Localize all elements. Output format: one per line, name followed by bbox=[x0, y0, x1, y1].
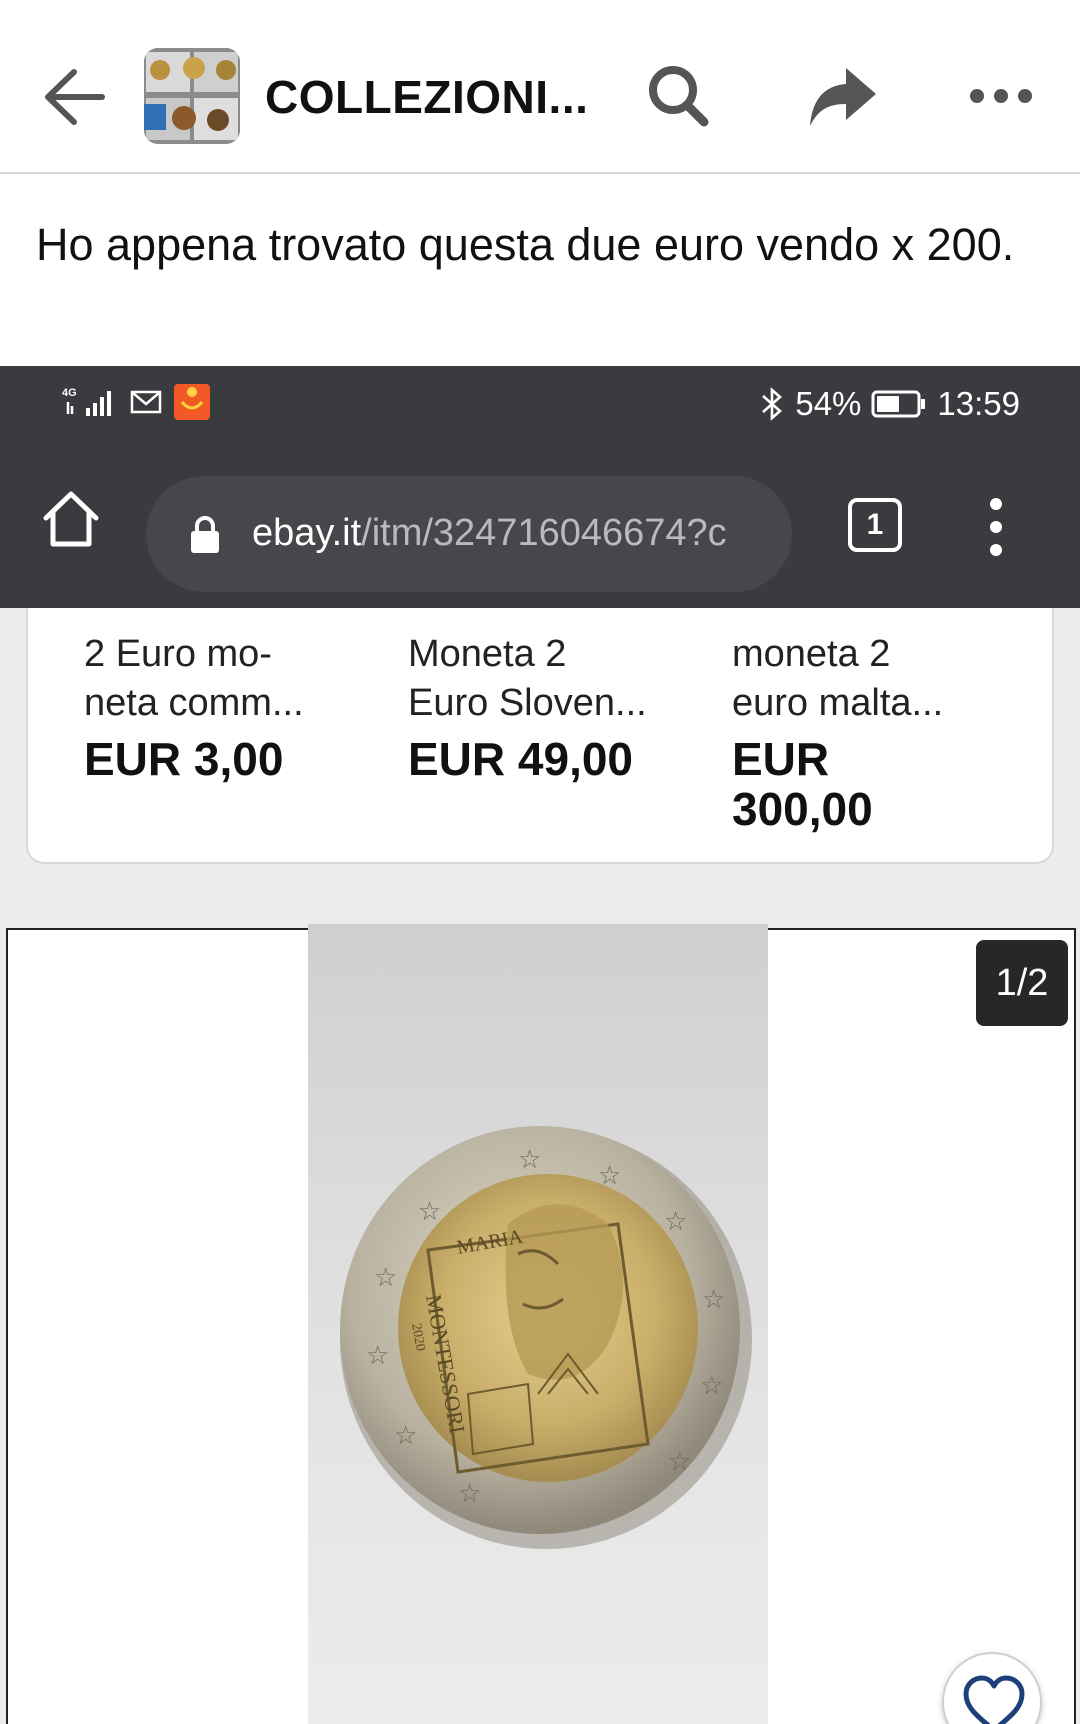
tab-count: 1 bbox=[866, 508, 884, 541]
network-label: 4G bbox=[62, 387, 77, 399]
svg-text:☆: ☆ bbox=[664, 1207, 687, 1237]
overflow-menu-icon[interactable] bbox=[984, 494, 1008, 560]
svg-text:☆: ☆ bbox=[418, 1197, 441, 1227]
svg-text:☆: ☆ bbox=[366, 1341, 389, 1371]
coin-photo[interactable]: MARIA MONTESSORI 2020 ☆ ☆ ☆ ☆ ☆ ☆ ☆ ☆ ☆ … bbox=[308, 924, 768, 1724]
browser-toolbar: ebay.it/itm/324716046674?c 1 bbox=[0, 438, 1080, 608]
app-notification-icon bbox=[174, 384, 210, 420]
search-icon[interactable] bbox=[642, 60, 714, 132]
related-item-title: 2 Euro mo-neta comm... bbox=[84, 633, 304, 724]
related-item[interactable]: 2 Euro mo-neta comm... EUR 3,00 bbox=[84, 630, 374, 784]
address-bar[interactable]: ebay.it/itm/324716046674?c bbox=[146, 476, 792, 592]
url-text: ebay.it/itm/324716046674?c bbox=[252, 512, 772, 555]
group-name[interactable]: COLLEZIONI... bbox=[265, 70, 588, 124]
related-item-price: EUR 3,00 bbox=[84, 733, 284, 785]
related-item-title: moneta 2 euro malta... bbox=[732, 633, 944, 724]
back-arrow-icon[interactable] bbox=[38, 62, 108, 132]
lock-icon bbox=[191, 516, 219, 553]
related-item[interactable]: moneta 2 euro malta... EUR 300,00 bbox=[732, 630, 1022, 834]
svg-text:☆: ☆ bbox=[374, 1263, 397, 1293]
svg-text:☆: ☆ bbox=[598, 1161, 621, 1191]
related-item-title: Moneta 2 Euro Sloven... bbox=[408, 633, 647, 724]
svg-text:☆: ☆ bbox=[700, 1371, 723, 1401]
clock: 13:59 bbox=[937, 385, 1020, 422]
battery-percent: 54% bbox=[795, 385, 862, 422]
battery-icon bbox=[871, 390, 926, 418]
svg-text:☆: ☆ bbox=[458, 1479, 481, 1509]
url-domain: ebay.it bbox=[252, 512, 362, 554]
url-path: /itm/324716046674?c bbox=[361, 512, 727, 554]
home-icon[interactable] bbox=[40, 488, 102, 550]
related-item-price: EUR 49,00 bbox=[408, 733, 634, 785]
share-icon[interactable] bbox=[806, 60, 878, 132]
favorite-button[interactable] bbox=[942, 1652, 1042, 1724]
svg-text:☆: ☆ bbox=[518, 1145, 541, 1175]
svg-text:☆: ☆ bbox=[702, 1285, 725, 1315]
embedded-screenshot: 4G 54% 13:59 ebay.it/itm/324716046674?c … bbox=[0, 366, 1080, 1724]
tabs-icon[interactable]: 1 bbox=[848, 498, 902, 552]
signal-icon: 4G bbox=[62, 387, 111, 416]
group-header: COLLEZIONI... bbox=[0, 0, 1080, 174]
post-text: Ho appena trovato questa due euro vendo … bbox=[36, 219, 1015, 270]
more-icon[interactable] bbox=[966, 60, 1036, 132]
heart-icon bbox=[963, 1675, 1025, 1724]
related-item[interactable]: Moneta 2 Euro Sloven... EUR 49,00 bbox=[408, 630, 698, 784]
gmail-icon bbox=[130, 390, 162, 414]
image-counter: 1/2 bbox=[976, 940, 1068, 1026]
related-item-price: EUR 300,00 bbox=[732, 733, 873, 835]
svg-text:☆: ☆ bbox=[668, 1447, 691, 1477]
svg-text:☆: ☆ bbox=[394, 1421, 417, 1451]
bluetooth-icon bbox=[762, 387, 783, 421]
status-bar: 4G 54% 13:59 bbox=[0, 366, 1080, 438]
related-items-card: 2 Euro mo-neta comm... EUR 3,00 Moneta 2… bbox=[26, 608, 1054, 864]
group-avatar[interactable] bbox=[144, 48, 240, 144]
